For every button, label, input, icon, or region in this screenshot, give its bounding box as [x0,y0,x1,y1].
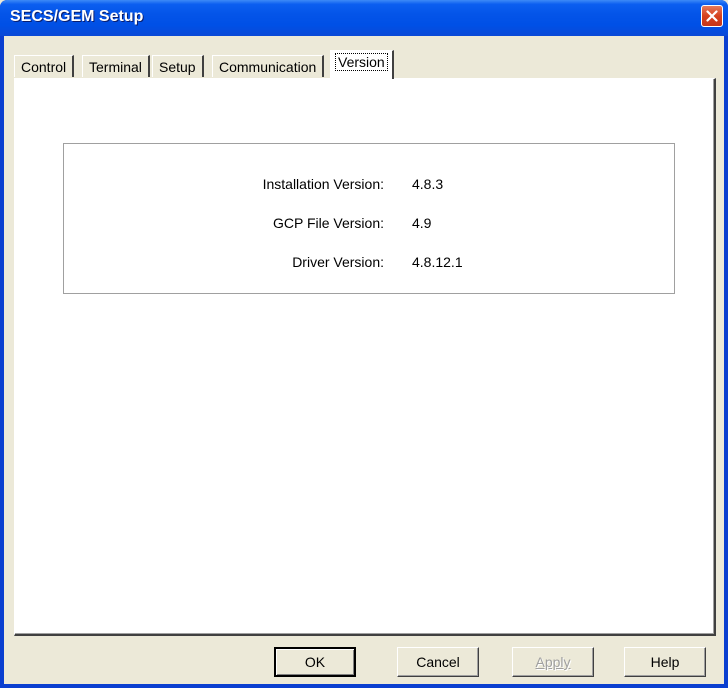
tab-terminal[interactable]: Terminal [82,55,150,77]
cancel-button-label: Cancel [416,654,460,670]
help-button[interactable]: Help [624,647,706,677]
dialog-client-area: Control Terminal Setup Communication Ver… [4,36,724,684]
close-button[interactable] [701,5,723,27]
title-bar[interactable]: SECS/GEM Setup [0,0,728,36]
gcp-file-version-label: GCP File Version: [272,215,384,231]
help-button-label: Help [650,654,680,670]
driver-version-value: 4.8.12.1 [412,254,463,270]
installation-version-label: Installation Version: [262,176,384,192]
apply-button[interactable]: Apply [512,647,594,677]
tab-terminal-label: Terminal [89,59,142,75]
dialog-window: SECS/GEM Setup Control Terminal Setup Co… [0,0,728,688]
gcp-file-version-value: 4.9 [412,215,432,231]
tab-control[interactable]: Control [14,55,75,77]
tab-setup[interactable]: Setup [152,55,204,77]
version-info-group: Installation Version: 4.8.3 GCP File Ver… [63,143,675,294]
close-icon [706,10,718,22]
tab-communication[interactable]: Communication [212,55,325,77]
driver-version-row: Driver Version: 4.8.12.1 [64,254,674,274]
tab-control-label: Control [21,59,67,75]
tab-version-label: Version [335,53,388,71]
installation-version-value: 4.8.3 [412,176,444,192]
driver-version-label: Driver Version: [292,254,384,270]
apply-button-label: Apply [535,654,571,670]
tab-setup-label: Setup [159,59,196,75]
cancel-button[interactable]: Cancel [397,647,479,677]
tab-version[interactable]: Version [330,50,394,79]
window-title: SECS/GEM Setup [10,8,144,25]
ok-button[interactable]: OK [274,647,356,677]
ok-button-label: OK [304,654,326,670]
installation-version-row: Installation Version: 4.8.3 [64,176,674,196]
tab-communication-label: Communication [219,59,317,75]
tab-panel-version: Installation Version: 4.8.3 GCP File Ver… [14,78,716,636]
gcp-file-version-row: GCP File Version: 4.9 [64,215,674,235]
